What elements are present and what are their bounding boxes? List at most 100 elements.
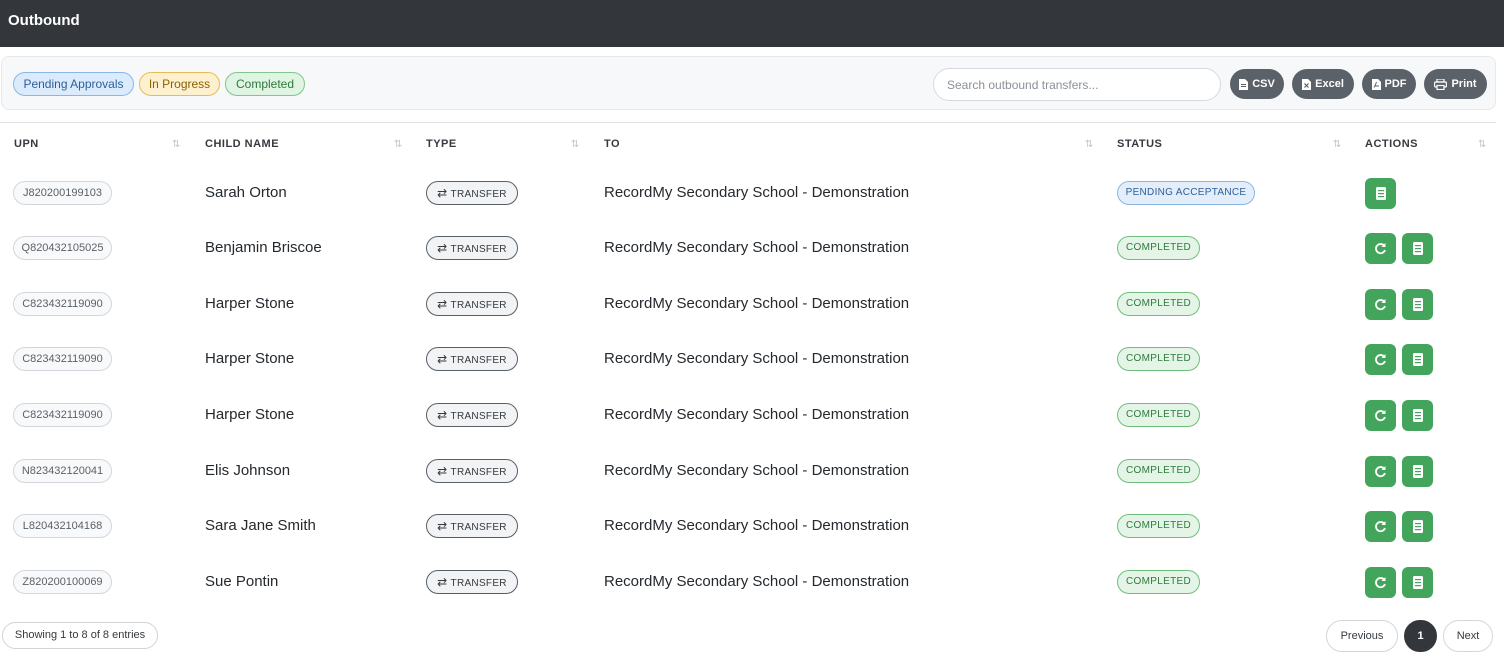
destination-school: RecordMy Secondary School - Demonstratio… <box>604 295 910 312</box>
table-row: Z820200100069 Sue Pontin ⇄ TRANSFER Recor… <box>0 557 1496 613</box>
column-header-child-name[interactable]: CHILD NAME <box>205 138 279 150</box>
resend-button[interactable] <box>1365 567 1396 598</box>
column-header-upn[interactable]: UPN <box>14 138 39 150</box>
column-header-to[interactable]: TO <box>604 138 620 150</box>
view-document-button[interactable] <box>1402 289 1433 320</box>
document-icon <box>1412 520 1423 533</box>
type-badge: ⇄ TRANSFER <box>426 181 518 205</box>
upn-badge: N823432120041 <box>13 459 112 483</box>
pagination-page-1[interactable]: 1 <box>1404 620 1437 652</box>
status-badge: COMPLETED <box>1117 403 1200 427</box>
filter-pending-approvals[interactable]: Pending Approvals <box>13 72 134 96</box>
view-document-button[interactable] <box>1365 178 1396 209</box>
search-input[interactable] <box>933 68 1221 101</box>
upn-badge: J820200199103 <box>13 181 112 205</box>
view-document-button[interactable] <box>1402 400 1433 431</box>
type-badge: ⇄ TRANSFER <box>426 514 518 538</box>
table-info: Showing 1 to 8 of 8 entries <box>2 622 158 649</box>
sort-icon[interactable]: ⇅ <box>172 139 180 150</box>
document-icon <box>1412 242 1423 255</box>
type-label: TRANSFER <box>450 355 507 366</box>
exchange-arrows-icon: ⇄ <box>437 352 448 366</box>
destination-school: RecordMy Secondary School - Demonstratio… <box>604 350 910 367</box>
refresh-icon <box>1375 577 1386 589</box>
view-document-button[interactable] <box>1402 511 1433 542</box>
filter-completed[interactable]: Completed <box>225 72 305 96</box>
pagination-previous[interactable]: Previous <box>1326 620 1398 652</box>
document-icon <box>1412 409 1423 422</box>
sort-icon[interactable]: ⇅ <box>1478 139 1486 150</box>
resend-button[interactable] <box>1365 289 1396 320</box>
upn-badge: Q820432105025 <box>13 236 112 260</box>
resend-button[interactable] <box>1365 511 1396 542</box>
sort-icon[interactable]: ⇅ <box>394 139 402 150</box>
status-badge: COMPLETED <box>1117 570 1200 594</box>
printer-icon <box>1434 78 1448 90</box>
type-badge: ⇄ TRANSFER <box>426 403 518 427</box>
type-label: TRANSFER <box>450 467 507 478</box>
child-name[interactable]: Harper Stone <box>205 295 294 312</box>
document-icon <box>1412 465 1423 478</box>
resend-button[interactable] <box>1365 400 1396 431</box>
filter-in-progress[interactable]: In Progress <box>139 72 220 96</box>
resend-button[interactable] <box>1365 456 1396 487</box>
type-label: TRANSFER <box>450 244 507 255</box>
view-document-button[interactable] <box>1402 344 1433 375</box>
sort-icon[interactable]: ⇅ <box>1085 139 1093 150</box>
child-name[interactable]: Harper Stone <box>205 350 294 367</box>
status-badge: COMPLETED <box>1117 514 1200 538</box>
column-header-type[interactable]: TYPE <box>426 138 457 150</box>
pagination-next[interactable]: Next <box>1443 620 1493 652</box>
view-document-button[interactable] <box>1402 233 1433 264</box>
view-document-button[interactable] <box>1402 456 1433 487</box>
child-name[interactable]: Sarah Orton <box>205 184 287 201</box>
type-label: TRANSFER <box>450 522 507 533</box>
print-button[interactable]: Print <box>1424 69 1487 99</box>
exchange-arrows-icon: ⇄ <box>437 575 448 589</box>
export-pdf-button[interactable]: PDF <box>1362 69 1416 99</box>
child-name[interactable]: Benjamin Briscoe <box>205 239 322 256</box>
type-badge: ⇄ TRANSFER <box>426 459 518 483</box>
child-name[interactable]: Harper Stone <box>205 406 294 423</box>
excel-file-icon <box>1302 78 1312 90</box>
exchange-arrows-icon: ⇄ <box>437 241 448 255</box>
table-row: N823432120041 Elis Johnson ⇄ TRANSFER Rec… <box>0 446 1496 502</box>
table-row: Q820432105025 Benjamin Briscoe ⇄ TRANSFER… <box>0 223 1496 279</box>
child-name[interactable]: Sue Pontin <box>205 573 278 590</box>
type-badge: ⇄ TRANSFER <box>426 292 518 316</box>
status-badge: PENDING ACCEPTANCE <box>1117 181 1255 205</box>
type-label: TRANSFER <box>450 189 507 200</box>
export-csv-label: CSV <box>1252 78 1275 90</box>
table-row: L820432104168 Sara Jane Smith ⇄ TRANSFER … <box>0 501 1496 557</box>
exchange-arrows-icon: ⇄ <box>437 519 448 533</box>
exchange-arrows-icon: ⇄ <box>437 186 448 200</box>
resend-button[interactable] <box>1365 344 1396 375</box>
type-label: TRANSFER <box>450 411 507 422</box>
sort-icon[interactable]: ⇅ <box>1333 139 1341 150</box>
column-header-status[interactable]: STATUS <box>1117 138 1162 150</box>
export-csv-button[interactable]: CSV <box>1230 69 1284 99</box>
status-badge: COMPLETED <box>1117 459 1200 483</box>
upn-badge: L820432104168 <box>13 514 112 538</box>
table-top-divider <box>0 122 1496 123</box>
view-document-button[interactable] <box>1402 567 1433 598</box>
child-name[interactable]: Sara Jane Smith <box>205 517 316 534</box>
document-icon <box>1375 187 1386 200</box>
page-title: Outbound <box>8 12 80 29</box>
column-header-actions[interactable]: ACTIONS <box>1365 138 1418 150</box>
refresh-icon <box>1375 354 1386 366</box>
type-badge: ⇄ TRANSFER <box>426 570 518 594</box>
export-excel-label: Excel <box>1315 78 1344 90</box>
sort-icon[interactable]: ⇅ <box>571 139 579 150</box>
refresh-icon <box>1375 410 1386 422</box>
file-icon <box>1239 78 1249 90</box>
exchange-arrows-icon: ⇄ <box>437 297 448 311</box>
title-bar: Outbound <box>0 0 1504 47</box>
export-excel-button[interactable]: Excel <box>1292 69 1354 99</box>
child-name[interactable]: Elis Johnson <box>205 462 290 479</box>
type-badge: ⇄ TRANSFER <box>426 236 518 260</box>
pdf-file-icon <box>1371 78 1381 90</box>
type-label: TRANSFER <box>450 578 507 589</box>
table-row: C823432119090 Harper Stone ⇄ TRANSFER Rec… <box>0 279 1496 335</box>
resend-button[interactable] <box>1365 233 1396 264</box>
